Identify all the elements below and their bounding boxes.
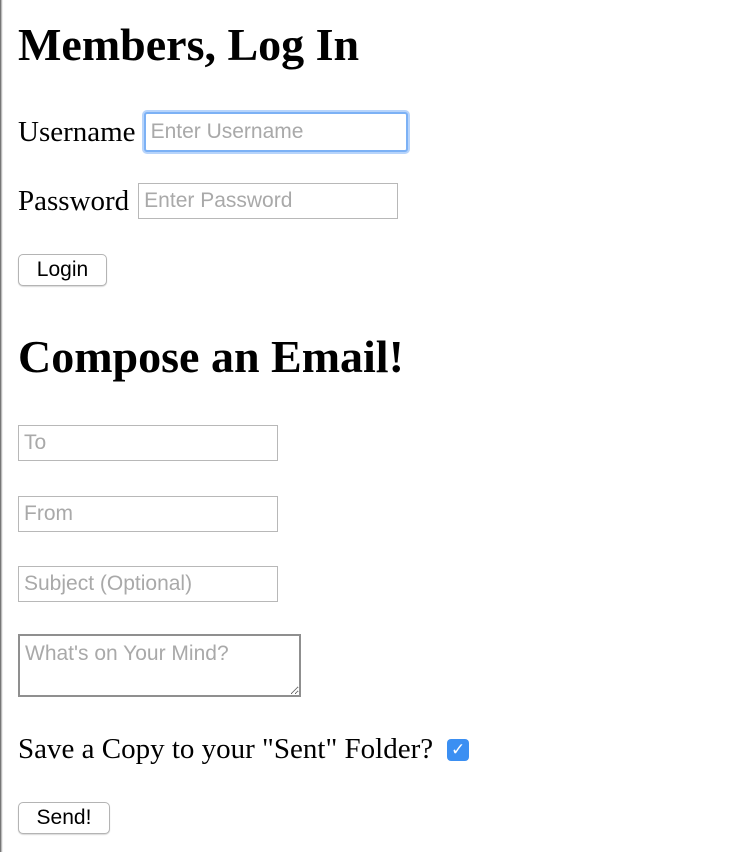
username-row: Username bbox=[18, 112, 408, 152]
login-heading: Members, Log In bbox=[18, 19, 360, 70]
save-copy-checkbox[interactable]: ✓ bbox=[447, 738, 470, 761]
window-left-edge bbox=[0, 0, 3, 852]
save-copy-row: Save a Copy to your "Sent" Folder? ✓ bbox=[18, 733, 470, 765]
password-input[interactable] bbox=[138, 183, 399, 219]
compose-heading: Compose an Email! bbox=[18, 331, 404, 382]
password-label: Password bbox=[18, 184, 130, 217]
from-input[interactable] bbox=[18, 496, 278, 532]
login-button[interactable]: Login bbox=[18, 254, 107, 286]
username-label: Username bbox=[18, 115, 136, 148]
username-input[interactable] bbox=[143, 112, 408, 152]
send-button[interactable]: Send! bbox=[18, 802, 110, 834]
checkmark-icon: ✓ bbox=[451, 739, 466, 760]
to-input[interactable] bbox=[18, 425, 278, 461]
password-row: Password bbox=[18, 183, 399, 219]
message-textarea[interactable] bbox=[18, 634, 301, 697]
subject-input[interactable] bbox=[18, 566, 278, 602]
save-copy-label: Save a Copy to your "Sent" Folder? bbox=[18, 733, 434, 765]
